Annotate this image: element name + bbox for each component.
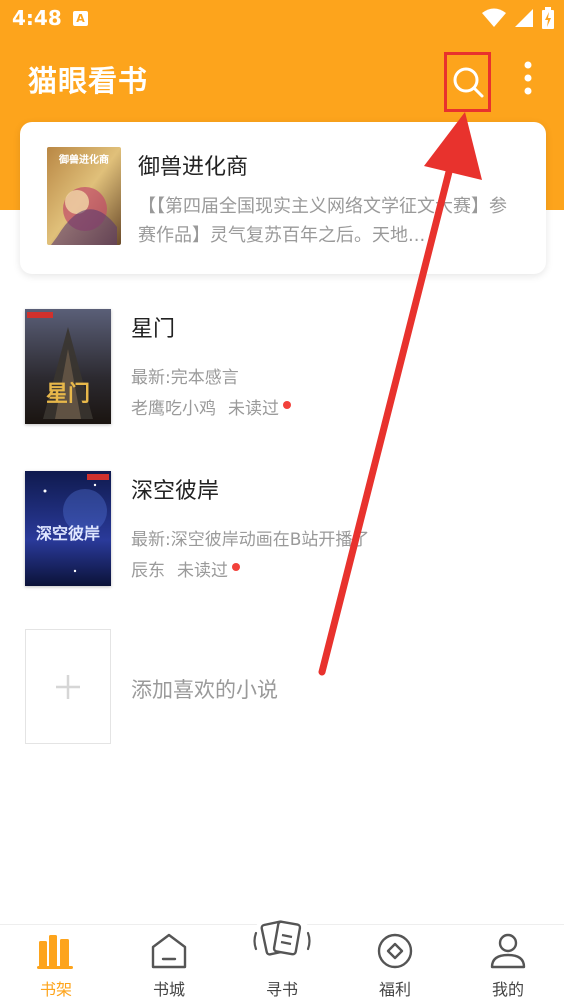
book-cover[interactable]: 深空彼岸 — [25, 471, 111, 586]
latest-chapter: 最新:完本感言 — [131, 368, 239, 388]
book-title: 星门 — [131, 317, 176, 342]
list-item[interactable]: 星门 星门 最新:完本感言 老鹰吃小鸡 未读过 — [0, 309, 564, 429]
search-icon — [453, 67, 483, 98]
add-novel-label[interactable]: 添加喜欢的小说 — [131, 674, 278, 704]
featured-book-card[interactable]: 御兽进化商 御兽进化商 【【第四届全国现实主义网络文学征文大赛】参赛作品】灵气复… — [20, 122, 546, 274]
book-cover[interactable]: 星门 — [25, 309, 111, 424]
notification-icon: A — [73, 11, 88, 26]
tab-label: 我的 — [491, 980, 524, 999]
book-meta: 辰东 未读过 — [131, 556, 240, 581]
find-book-icon — [252, 911, 312, 971]
unread-dot — [232, 562, 240, 571]
latest-chapter: 最新:深空彼岸动画在B站开播了 — [131, 530, 370, 550]
tab-profile[interactable]: 我的 — [452, 925, 564, 1002]
tab-find-book[interactable]: 寻书 — [226, 911, 338, 1002]
featured-book-title: 御兽进化商 — [138, 155, 249, 180]
battery-icon — [542, 7, 554, 29]
tab-label: 书城 — [152, 980, 185, 999]
add-novel-button[interactable] — [25, 629, 111, 744]
list-item[interactable]: 深空彼岸 深空彼岸 最新:深空彼岸动画在B站开播了 辰东 未读过 — [0, 471, 564, 591]
coin-icon — [377, 933, 413, 969]
tab-bookstore[interactable]: 书城 — [113, 925, 225, 1002]
signal-icon — [515, 9, 533, 27]
book-cover-title: 星门 — [46, 381, 90, 407]
unread-dot — [283, 400, 291, 409]
bookstore-icon — [151, 933, 187, 969]
tab-label: 书架 — [39, 980, 72, 999]
tab-welfare[interactable]: 福利 — [339, 925, 451, 1002]
status-bar: 4:48 A — [0, 0, 564, 38]
search-button[interactable] — [444, 52, 491, 112]
tab-label: 寻书 — [265, 980, 298, 999]
app-bar: 猫眼看书 — [0, 38, 564, 118]
book-cover-title: 深空彼岸 — [36, 524, 100, 543]
plus-icon — [56, 674, 80, 699]
more-vert-icon — [524, 61, 532, 95]
book-meta: 老鹰吃小鸡 未读过 — [131, 394, 291, 419]
app-title: 猫眼看书 — [28, 64, 149, 98]
book-author: 老鹰吃小鸡 — [131, 399, 216, 419]
book-title: 深空彼岸 — [131, 479, 220, 504]
status-time: 4:48 — [12, 6, 62, 30]
featured-book-cover[interactable]: 御兽进化商 — [47, 147, 121, 245]
bookshelf-icon — [37, 935, 73, 969]
bottom-tab-bar: 书架 书城 寻书 福利 我的 — [0, 911, 564, 1002]
featured-book-description: 【【第四届全国现实主义网络文学征文大赛】参赛作品】灵气复苏百年之后。天地... — [138, 196, 507, 246]
profile-icon — [490, 933, 526, 969]
wifi-icon — [482, 8, 506, 27]
book-author: 辰东 — [131, 561, 165, 581]
read-status: 未读过 — [177, 561, 228, 581]
read-status: 未读过 — [228, 399, 279, 419]
featured-cover-title: 御兽进化商 — [58, 153, 109, 166]
more-options-button[interactable] — [516, 58, 540, 98]
tab-bookshelf[interactable]: 书架 — [0, 925, 112, 1002]
tab-label: 福利 — [378, 980, 411, 999]
